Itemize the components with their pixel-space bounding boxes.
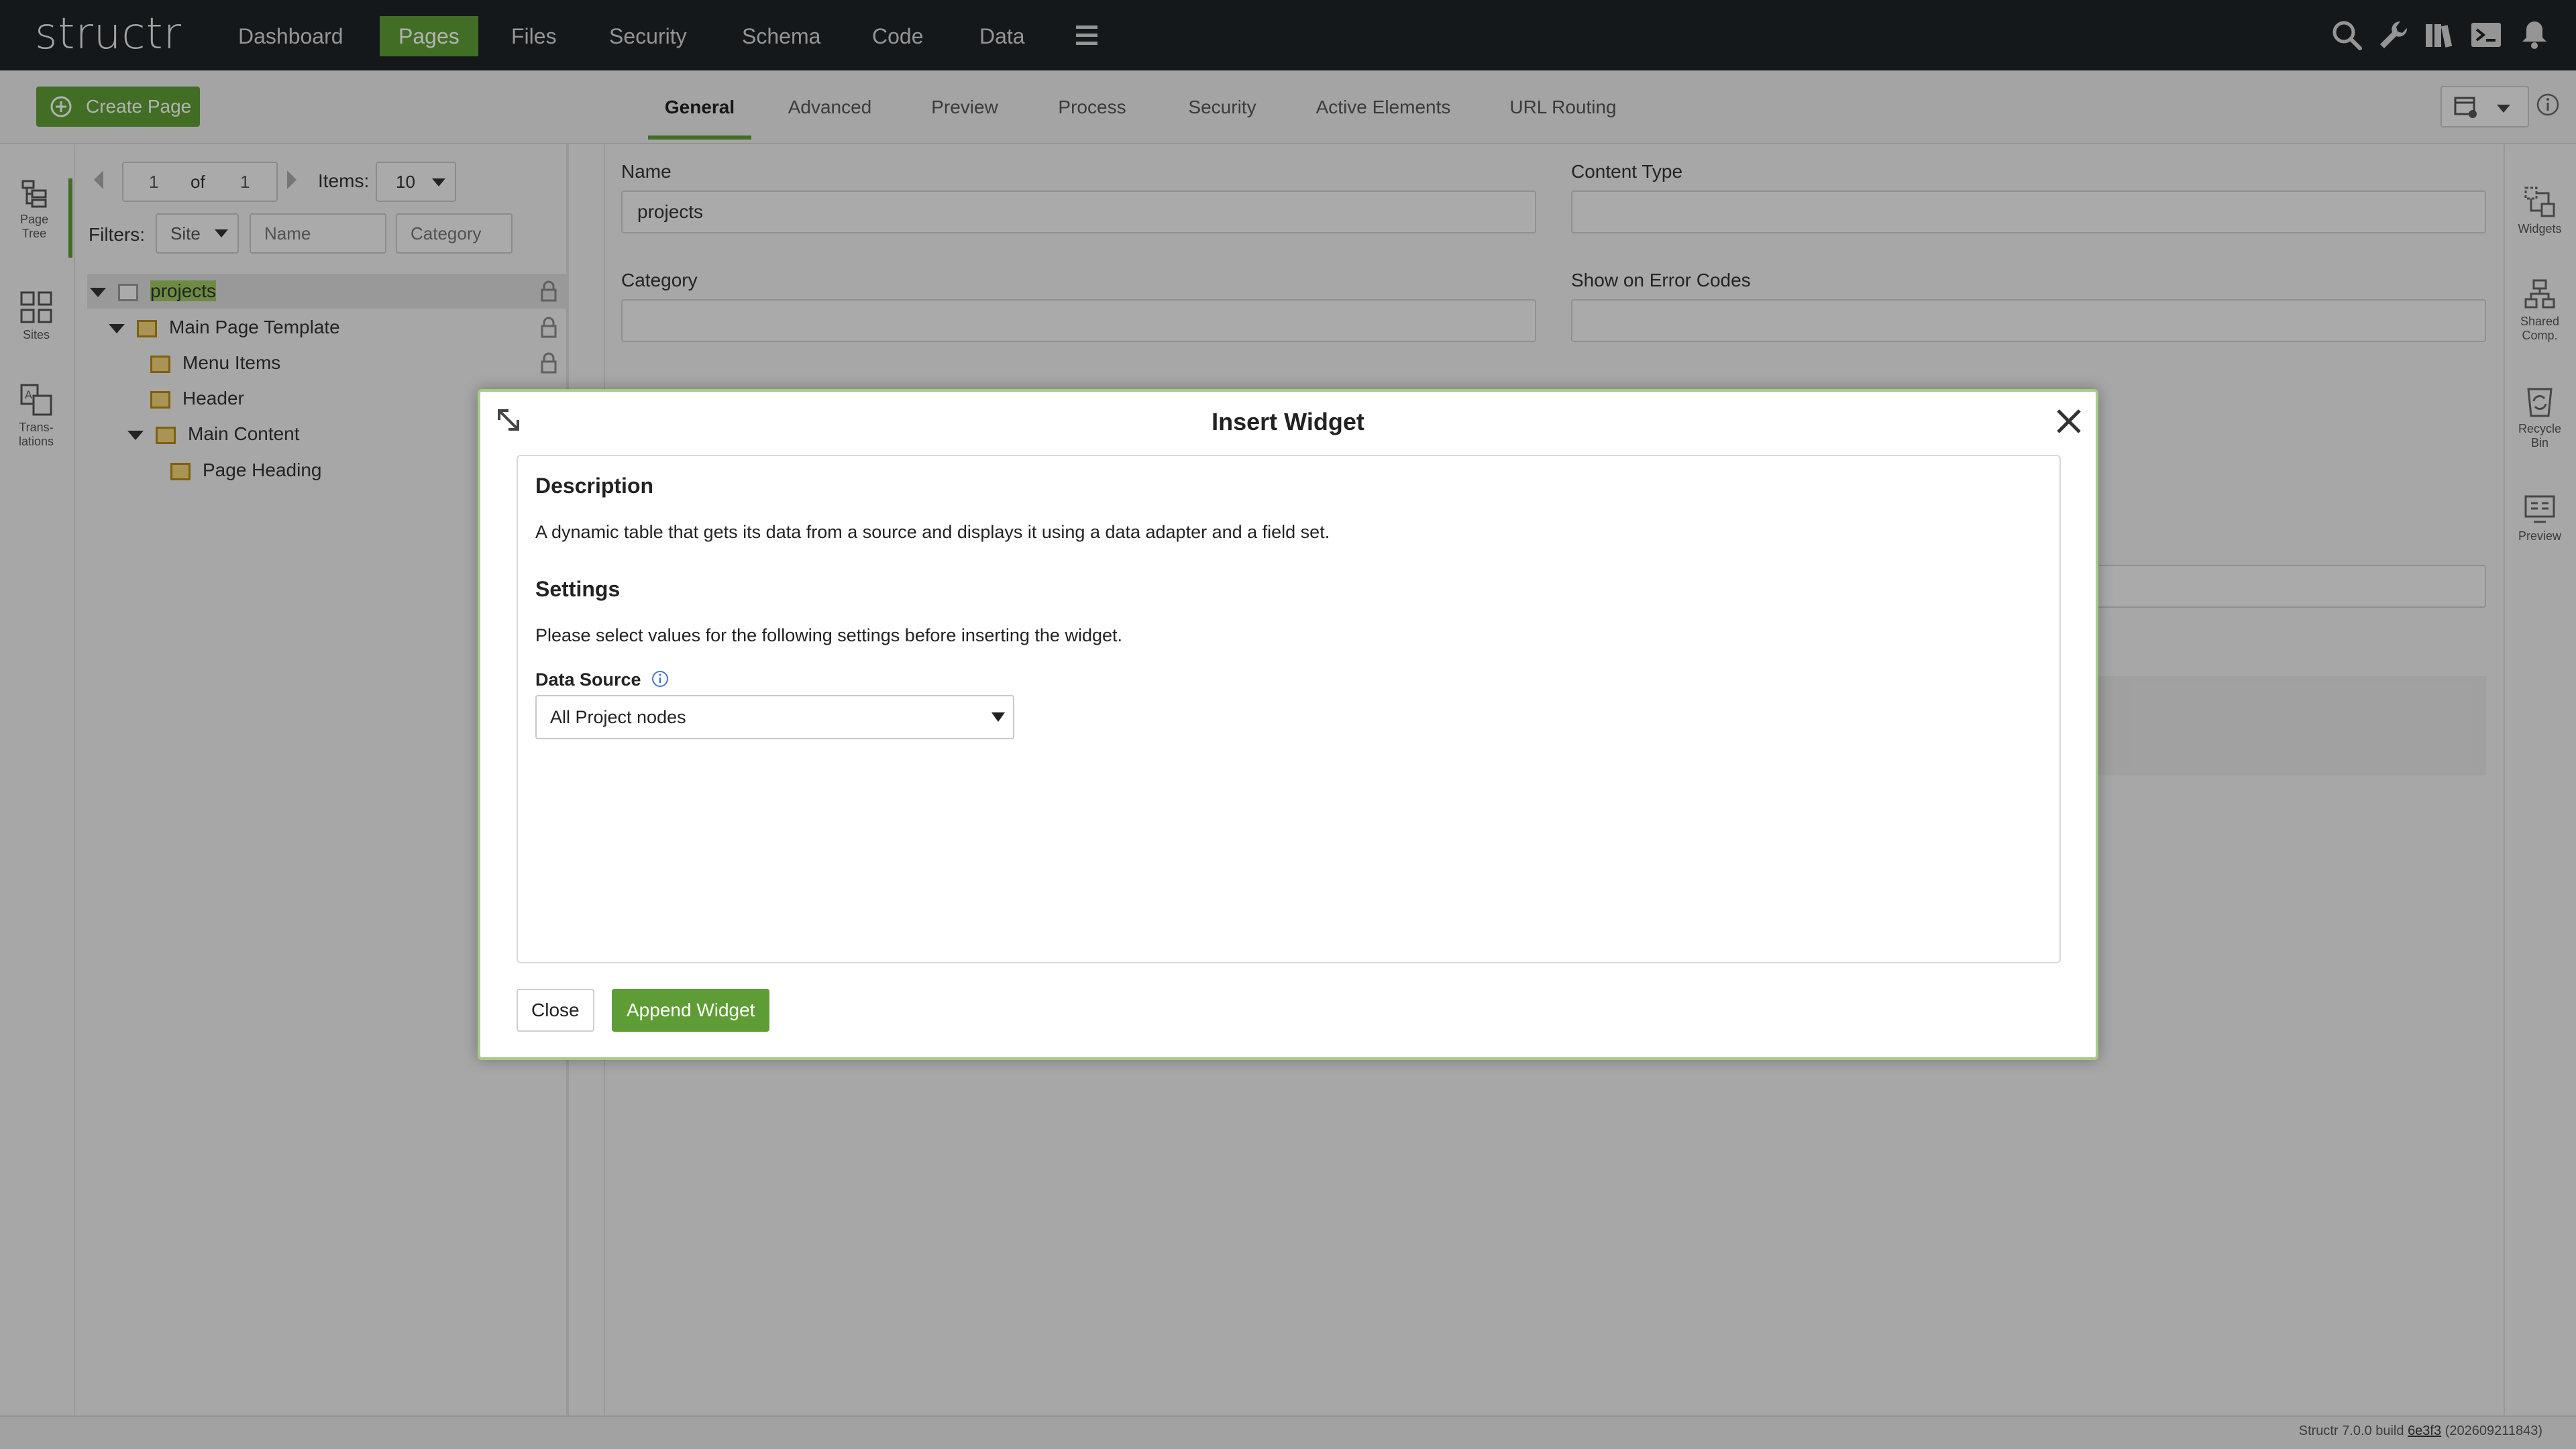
- settings-text: Please select values for the following s…: [535, 625, 1122, 645]
- data-source-value: All Project nodes: [550, 707, 686, 727]
- description-heading: Description: [535, 474, 654, 498]
- close-icon[interactable]: [2054, 407, 2084, 436]
- dialog-title: Insert Widget: [1212, 408, 1364, 435]
- data-source-label: Data Source: [535, 669, 641, 690]
- data-source-select[interactable]: All Project nodes: [535, 695, 1014, 739]
- dropdown-arrow-icon: [991, 712, 1005, 722]
- info-icon[interactable]: [651, 669, 669, 688]
- dialog-content-box: Description A dynamic table that gets it…: [517, 455, 2061, 963]
- close-button[interactable]: Close: [517, 989, 594, 1032]
- description-text: A dynamic table that gets its data from …: [535, 522, 1330, 542]
- settings-heading: Settings: [535, 577, 621, 601]
- insert-widget-dialog: Insert Widget Description A dynamic tabl…: [478, 389, 2098, 1060]
- append-widget-button[interactable]: Append Widget: [612, 989, 770, 1032]
